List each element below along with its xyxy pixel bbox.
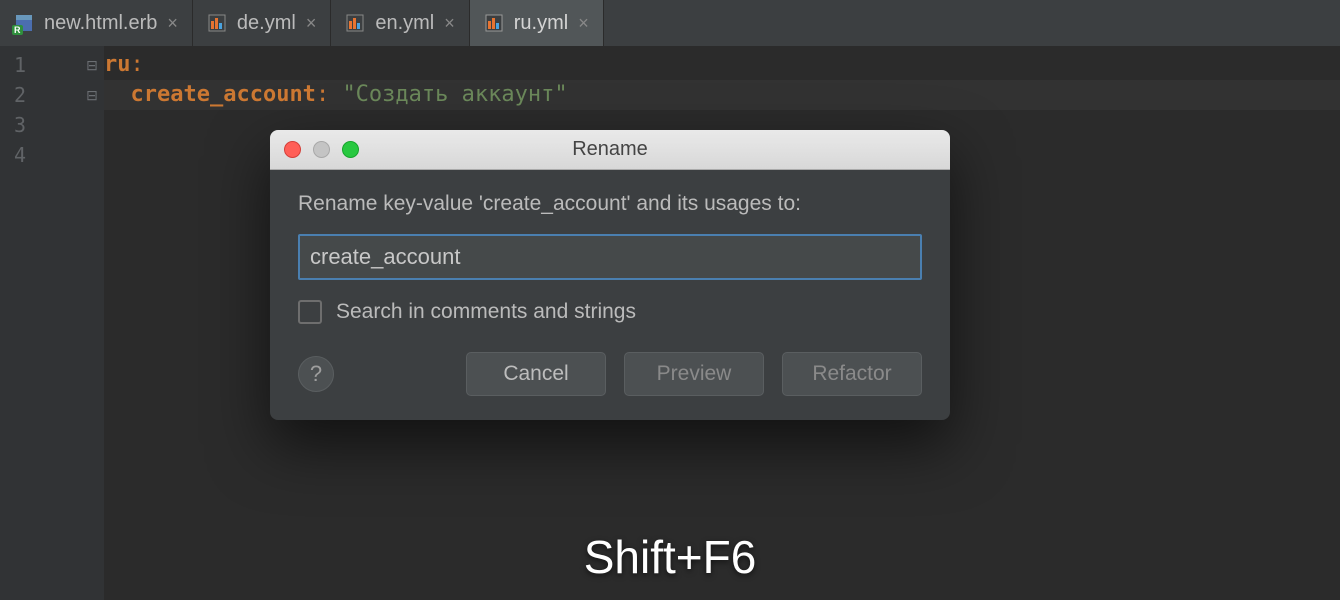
- preview-button[interactable]: Preview: [624, 352, 764, 396]
- yaml-key: create_account: [131, 82, 316, 107]
- help-button[interactable]: ?: [298, 356, 334, 392]
- line-gutter: 1 2 3 4: [0, 46, 80, 600]
- close-icon[interactable]: ×: [167, 13, 178, 34]
- line-number: 2: [14, 80, 80, 110]
- dialog-title: Rename: [270, 138, 950, 161]
- rename-input[interactable]: [298, 234, 922, 280]
- tab-label: new.html.erb: [44, 12, 157, 35]
- yaml-colon: :: [131, 52, 144, 77]
- window-minimize-icon: [313, 141, 330, 158]
- fold-handle-icon[interactable]: ⊟: [80, 80, 104, 110]
- line-number: 3: [14, 110, 80, 140]
- window-zoom-icon[interactable]: [342, 141, 359, 158]
- tab-de-yml[interactable]: de.yml ×: [193, 0, 331, 46]
- search-comments-option[interactable]: Search in comments and strings: [298, 300, 922, 324]
- line-number: 4: [14, 140, 80, 170]
- close-icon[interactable]: ×: [578, 13, 589, 34]
- refactor-button[interactable]: Refactor: [782, 352, 922, 396]
- fold-handle-icon[interactable]: ⊟: [80, 50, 104, 80]
- tab-en-yml[interactable]: en.yml ×: [331, 0, 469, 46]
- shortcut-hint: Shift+F6: [0, 530, 1340, 584]
- cancel-button[interactable]: Cancel: [466, 352, 606, 396]
- yml-file-icon: [207, 13, 227, 33]
- fold-column: ⊟ ⊟: [80, 46, 104, 600]
- window-close-icon[interactable]: [284, 141, 301, 158]
- yaml-key: ru: [104, 52, 131, 77]
- close-icon[interactable]: ×: [444, 13, 455, 34]
- checkbox-icon[interactable]: [298, 300, 322, 324]
- close-icon[interactable]: ×: [306, 13, 317, 34]
- dialog-button-row: ? Cancel Preview Refactor: [298, 352, 922, 396]
- tab-bar: R new.html.erb × de.yml × en.yml × ru.ym…: [0, 0, 1340, 46]
- yaml-colon: :: [316, 82, 329, 107]
- window-controls: [284, 141, 359, 158]
- line-number: 1: [14, 50, 80, 80]
- tab-label: de.yml: [237, 12, 296, 35]
- dialog-body: Rename key-value 'create_account' and it…: [270, 170, 950, 420]
- checkbox-label: Search in comments and strings: [336, 300, 636, 324]
- tab-label: en.yml: [375, 12, 434, 35]
- yaml-string: "Создать аккаунт": [342, 82, 567, 107]
- tab-ru-yml[interactable]: ru.yml ×: [470, 0, 604, 46]
- erb-file-icon: R: [14, 13, 34, 33]
- rename-dialog: Rename Rename key-value 'create_account'…: [270, 130, 950, 420]
- dialog-titlebar[interactable]: Rename: [270, 130, 950, 170]
- yml-file-icon: [345, 13, 365, 33]
- tab-new-html-erb[interactable]: R new.html.erb ×: [0, 0, 193, 46]
- tab-label: ru.yml: [514, 12, 568, 35]
- sep: [329, 82, 342, 107]
- yml-file-icon: [484, 13, 504, 33]
- dialog-message: Rename key-value 'create_account' and it…: [298, 192, 922, 216]
- indent: [104, 82, 131, 107]
